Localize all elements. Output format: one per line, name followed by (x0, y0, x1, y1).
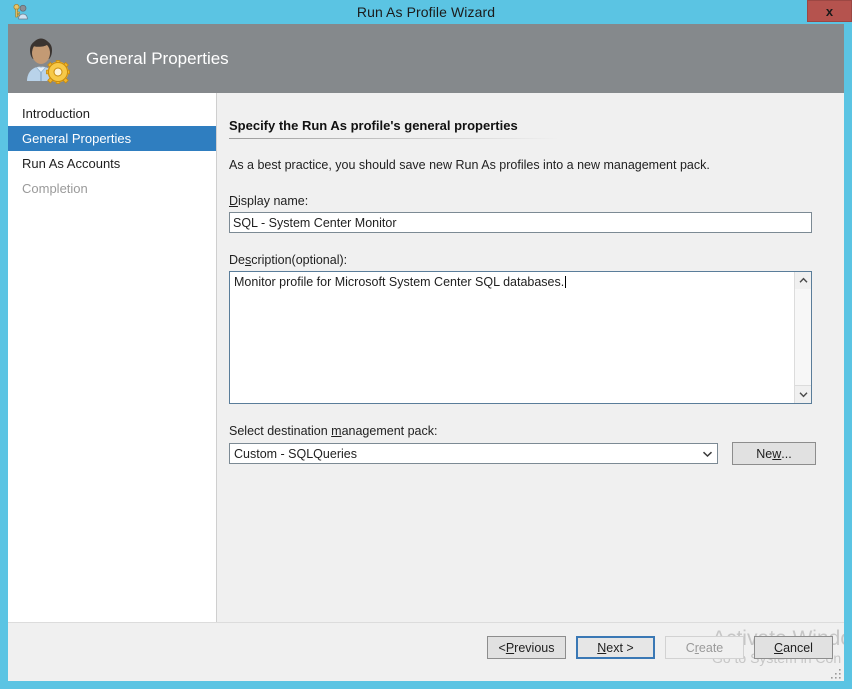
management-pack-label: Select destination management pack: (229, 424, 844, 438)
display-name-label: Display name: (229, 194, 844, 208)
create-button: Cr eate (665, 636, 744, 659)
footer-bar: Activate Windo Go to System in Con < Pre… (8, 622, 844, 681)
window-title: Run As Profile Wizard (356, 4, 496, 20)
scroll-down-icon[interactable] (795, 385, 811, 403)
new-button-suffix: ... (781, 446, 792, 461)
display-name-input[interactable] (229, 212, 812, 233)
new-button-accesskey: w (772, 446, 782, 461)
previous-button[interactable]: < Previous (487, 636, 566, 659)
management-pack-value: Custom - SQLQueries (234, 446, 357, 461)
banner-title: General Properties (86, 48, 229, 68)
close-button[interactable]: x (807, 0, 852, 22)
wizard-buttons: < Previous Next > Cr eate Cancel (487, 636, 833, 659)
sidebar-item-label: Run As Accounts (22, 156, 121, 171)
management-pack-accesskey: m (331, 424, 342, 438)
scrollbar-track[interactable] (795, 289, 811, 386)
page-title: Specify the Run As profile's general pro… (229, 118, 518, 133)
description-label: Description(optional): (229, 253, 844, 267)
sidebar-item-general-properties[interactable]: General Properties (8, 126, 216, 151)
management-pack-row: Custom - SQLQueries Ne w... (229, 442, 844, 465)
sidebar-item-label: General Properties (22, 131, 132, 146)
create-button-prefix: C (685, 640, 695, 655)
title-bar: Run As Profile Wizard x (8, 0, 852, 24)
resize-grip[interactable] (830, 667, 842, 679)
description-label-prefix: De (229, 253, 245, 267)
sidebar-item-label: Introduction (22, 106, 90, 121)
description-label-suffix: cription(optional): (251, 253, 348, 267)
content-pane: Specify the Run As profile's general pro… (218, 93, 844, 681)
create-button-suffix: eate (698, 640, 724, 655)
display-name-label-suffix: isplay name: (238, 194, 309, 208)
previous-button-accesskey: P (505, 640, 515, 655)
body: Introduction General Properties Run As A… (8, 93, 844, 681)
description-scrollbar[interactable] (794, 272, 811, 403)
description-value: Monitor profile for Microsoft System Cen… (234, 275, 565, 289)
client-area: General Properties Introduction General … (8, 24, 844, 681)
cancel-button-accesskey: C (774, 640, 784, 655)
next-button[interactable]: Next > (576, 636, 655, 659)
heading-divider (229, 138, 559, 139)
previous-button-prefix: < (498, 640, 506, 655)
close-icon: x (825, 3, 834, 19)
management-pack-select[interactable]: Custom - SQLQueries (229, 443, 718, 464)
cancel-button-suffix: ancel (783, 640, 813, 655)
page-banner: General Properties (8, 24, 844, 93)
new-management-pack-button[interactable]: Ne w... (732, 442, 816, 465)
chevron-down-icon (698, 444, 717, 463)
previous-button-suffix: revious (514, 640, 555, 655)
management-pack-label-prefix: Select destination (229, 424, 332, 438)
sidebar-item-label: Completion (22, 181, 88, 196)
new-button-prefix: Ne (756, 446, 773, 461)
next-button-accesskey: N (597, 640, 607, 655)
description-text: Monitor profile for Microsoft System Cen… (234, 275, 791, 290)
sidebar-item-introduction[interactable]: Introduction (8, 101, 216, 126)
sidebar-item-completion: Completion (8, 176, 216, 201)
best-practice-text: As a best practice, you should save new … (229, 158, 710, 172)
next-button-suffix: ext > (606, 640, 634, 655)
management-pack-label-suffix: anagement pack: (341, 424, 438, 438)
display-name-accesskey: D (229, 194, 239, 208)
wizard-steps-sidebar: Introduction General Properties Run As A… (8, 93, 217, 623)
runas-profile-icon (10, 2, 30, 22)
sidebar-item-run-as-accounts[interactable]: Run As Accounts (8, 151, 216, 176)
wizard-window: Run As Profile Wizard x General Properti… (0, 0, 852, 689)
description-textarea[interactable]: Monitor profile for Microsoft System Cen… (229, 271, 812, 404)
scroll-up-icon[interactable] (795, 272, 811, 290)
user-gear-icon (14, 31, 70, 87)
cancel-button[interactable]: Cancel (754, 636, 833, 659)
text-caret (565, 276, 567, 288)
